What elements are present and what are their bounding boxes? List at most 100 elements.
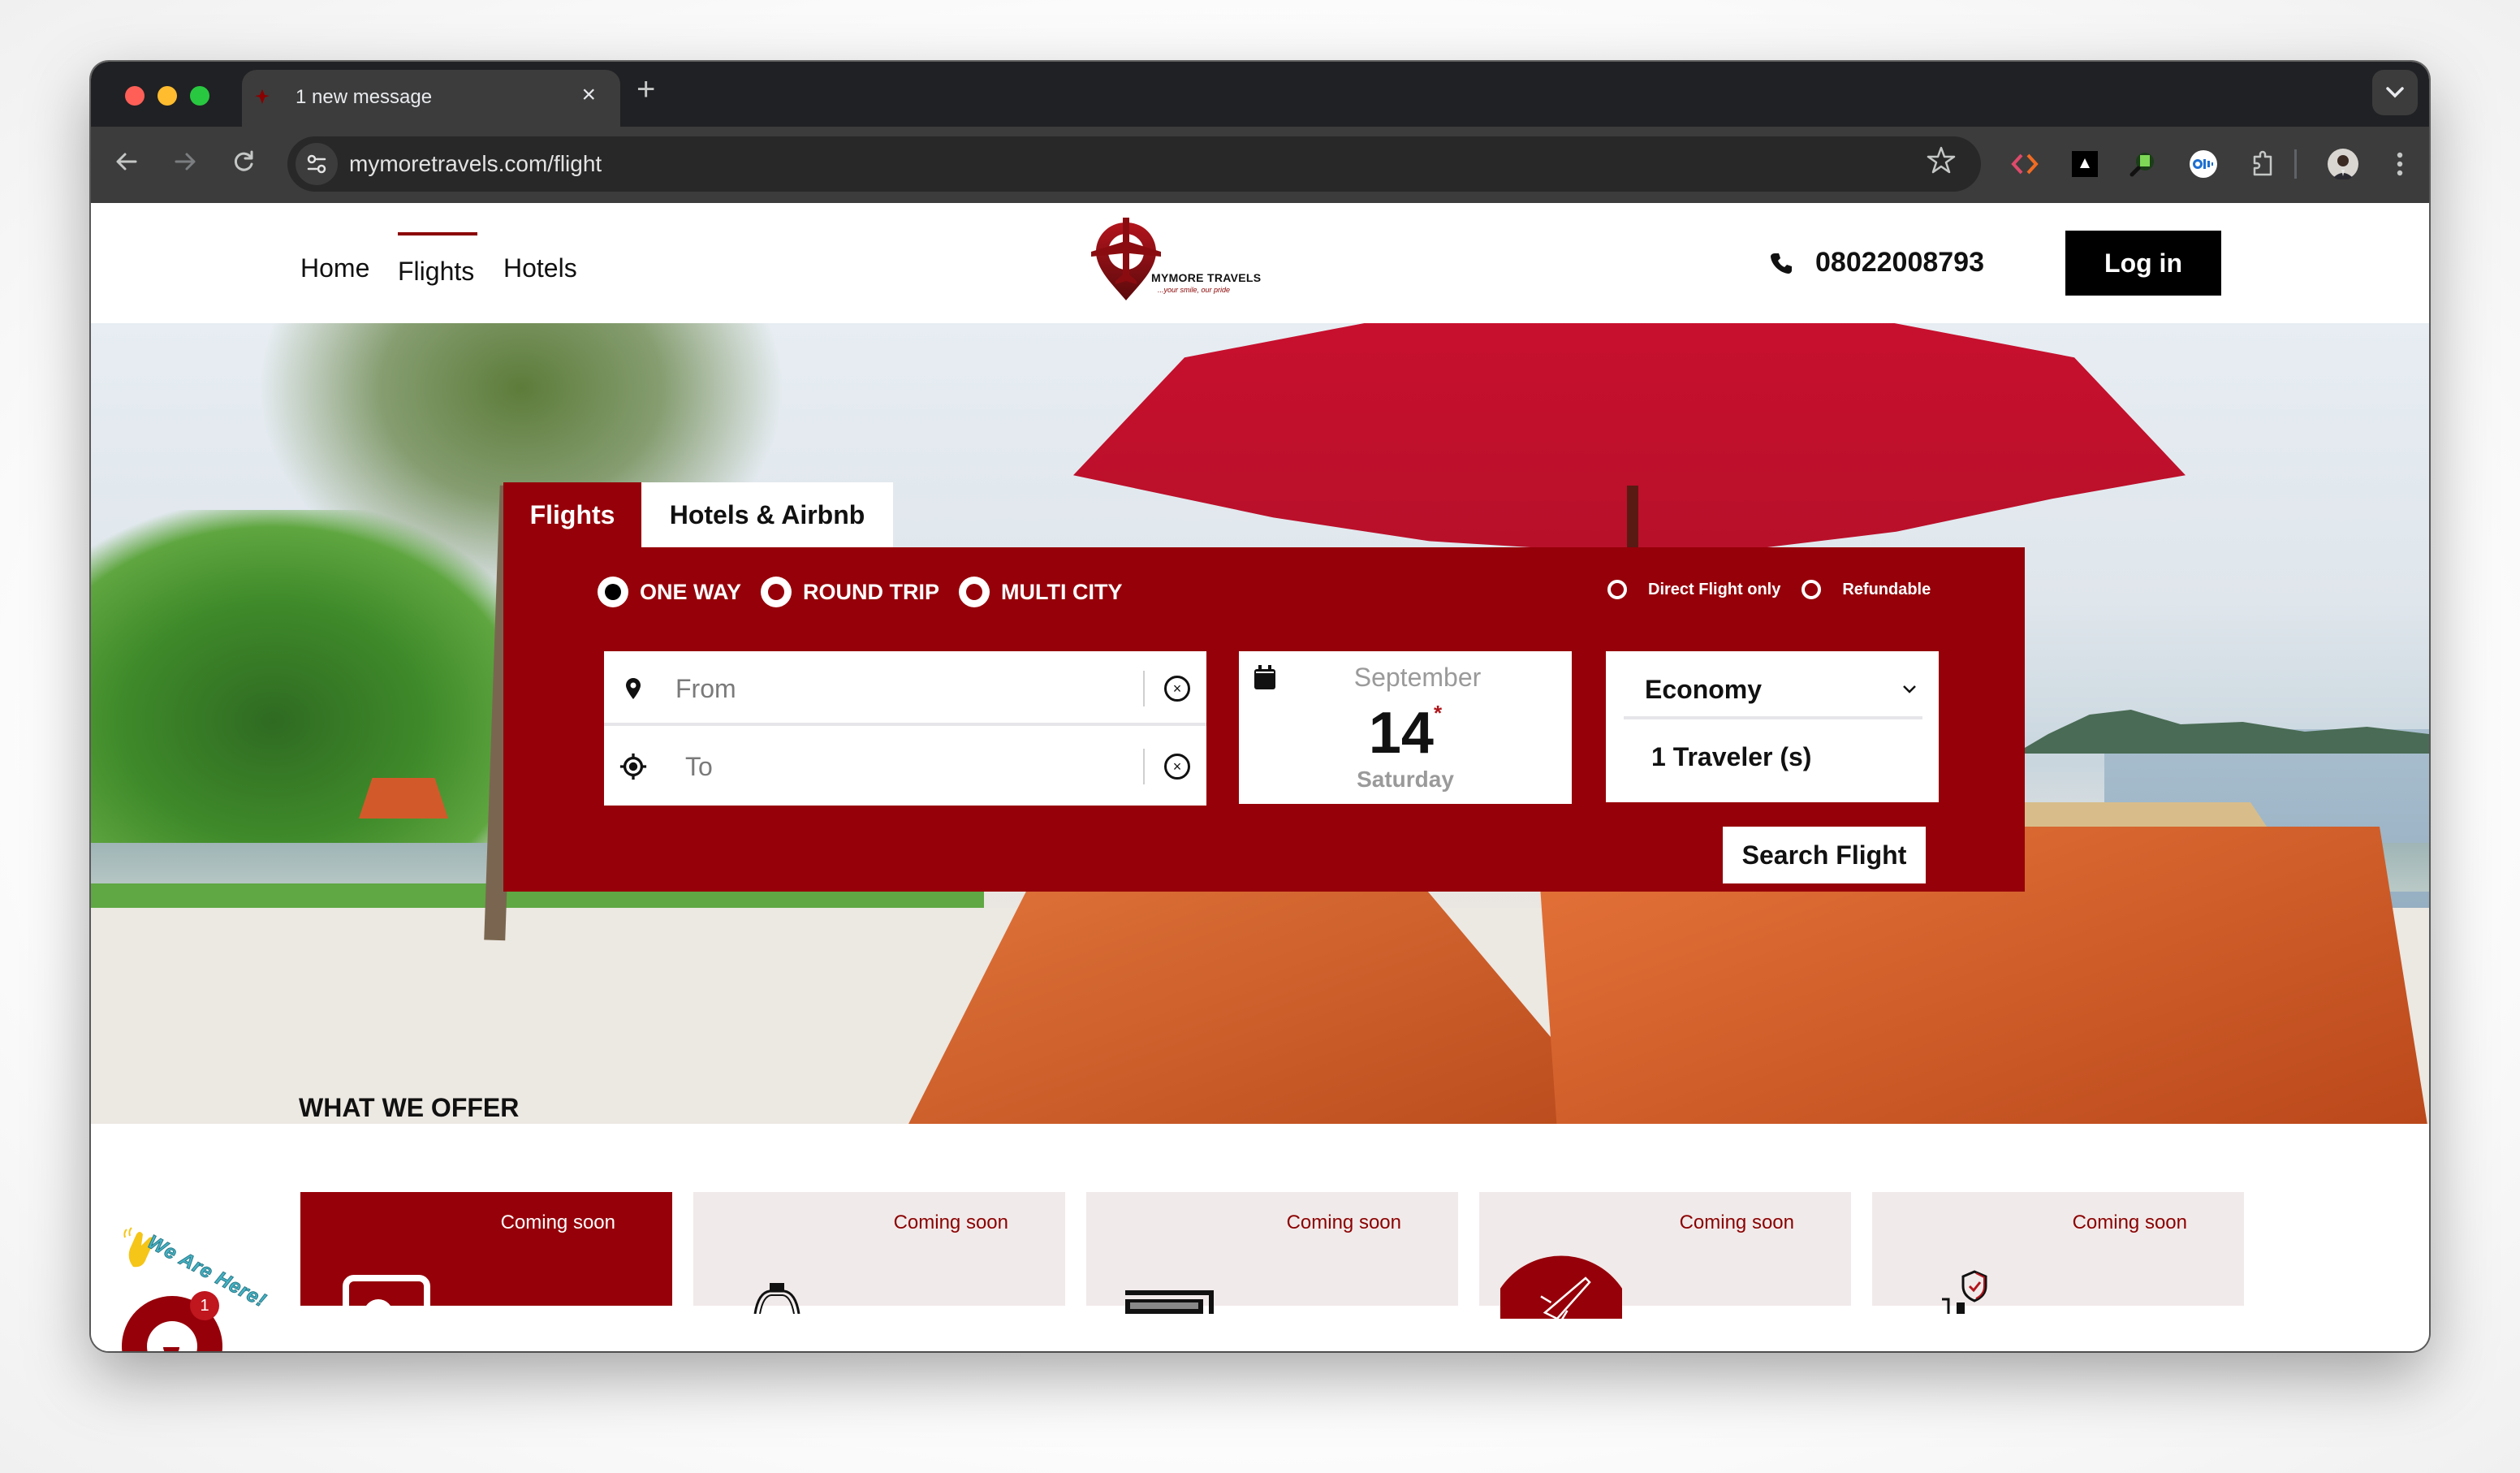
web-page: Home Flights Hotels MYMORE TRAVELS ...yo… [91, 203, 2429, 1351]
search-flight-button[interactable]: Search Flight [1723, 827, 1926, 883]
refundable-radio[interactable] [1802, 580, 1822, 599]
offer-card-label: Coming soon [2072, 1212, 2187, 1233]
new-tab-button[interactable]: + [636, 73, 655, 106]
radio-multi-city[interactable] [959, 577, 990, 607]
offer-card[interactable]: Coming soon [1872, 1192, 2244, 1314]
chat-unread-badge: 1 [190, 1291, 219, 1320]
radio-one-way[interactable] [598, 577, 628, 607]
triangle-extension-icon [2072, 151, 2098, 177]
from-input[interactable] [675, 669, 1130, 708]
site-info-button[interactable] [296, 143, 338, 185]
departure-date-picker[interactable]: September 14* Saturday [1239, 651, 1572, 804]
browser-menu-button[interactable] [2384, 148, 2416, 180]
extension-search-button[interactable] [2127, 148, 2160, 180]
trip-type-group: ONE WAY ROUND TRIP MULTI CITY [598, 577, 1131, 607]
tab-hotels-airbnb[interactable]: Hotels & Airbnb [641, 482, 893, 547]
site-logo[interactable]: MYMORE TRAVELS ...your smile, our pride [1090, 218, 1268, 309]
insurance-shield-icon [1942, 1270, 1987, 1314]
forward-button[interactable] [169, 148, 201, 180]
address-bar[interactable]: mymoretravels.com/flight [287, 136, 1981, 192]
extension-otter-button[interactable] [2187, 148, 2220, 180]
offer-card-label: Coming soon [1286, 1212, 1401, 1233]
nav-active-indicator [398, 232, 477, 235]
flight-search-panel: ONE WAY ROUND TRIP MULTI CITY Direct Fli… [503, 547, 2025, 892]
reload-button[interactable] [227, 148, 260, 180]
nav-link-home[interactable]: Home [300, 253, 369, 283]
tab-search-button[interactable] [2372, 70, 2418, 115]
close-window-button[interactable] [125, 86, 145, 106]
airplane-pin-logo-icon [1091, 218, 1161, 300]
logo-name: MYMORE TRAVELS [1151, 271, 1262, 284]
minimize-window-button[interactable] [158, 86, 177, 106]
chat-bubble-icon [147, 1321, 197, 1351]
to-divider [1143, 749, 1145, 784]
nav-link-flights[interactable]: Flights [398, 257, 474, 287]
chevron-down-icon [2386, 87, 2404, 98]
otter-extension-icon [2190, 150, 2217, 178]
extensions-menu-button[interactable] [2247, 148, 2280, 180]
from-divider [1143, 671, 1145, 706]
radio-one-way-label[interactable]: ONE WAY [640, 580, 741, 605]
tab-close-button[interactable]: × [581, 81, 596, 109]
to-input[interactable] [685, 747, 1140, 786]
crosshair-location-icon [619, 752, 648, 781]
offer-card[interactable]: Coming soon [693, 1192, 1065, 1314]
offer-card[interactable]: Coming soon [1479, 1192, 1851, 1319]
tab-strip: 1 new message × + [91, 62, 2429, 127]
hero-island [2015, 710, 2429, 754]
logo-tagline: ...your smile, our pride [1158, 286, 1231, 294]
direct-flight-radio[interactable] [1607, 580, 1627, 599]
radio-round-trip[interactable] [761, 577, 792, 607]
radio-multi-city-label[interactable]: MULTI CITY [1001, 580, 1122, 605]
travelers-selector[interactable]: 1 Traveler (s) [1651, 742, 1811, 772]
code-brackets-extension-icon [2011, 153, 2039, 175]
profile-button[interactable] [2327, 148, 2359, 180]
offer-card-label: Coming soon [1679, 1212, 1794, 1233]
date-day: 14* [1239, 700, 1572, 767]
clear-to-button[interactable]: × [1164, 754, 1190, 780]
cabin-travelers-box: Economy 1 Traveler (s) [1606, 651, 1939, 802]
extension-triangle-button[interactable] [2069, 148, 2101, 180]
search-tabs: Flights Hotels & Airbnb [503, 482, 893, 547]
route-inputs: × × [604, 651, 1206, 806]
tab-title: 1 new message [296, 86, 433, 108]
login-button[interactable]: Log in [2065, 231, 2221, 296]
tab-flights[interactable]: Flights [503, 482, 641, 547]
url-text[interactable]: mymoretravels.com/flight [349, 151, 602, 177]
offer-card-label: Coming soon [893, 1212, 1008, 1233]
car-icon [753, 1283, 800, 1314]
star-icon [1927, 146, 1956, 174]
nav-link-hotels[interactable]: Hotels [503, 253, 577, 283]
date-weekday: Saturday [1357, 767, 1454, 792]
refundable-label[interactable]: Refundable [1842, 581, 1931, 599]
radio-round-trip-label[interactable]: ROUND TRIP [803, 580, 939, 605]
toolbar-separator [2294, 149, 2297, 179]
chevron-down-icon [1903, 685, 1916, 693]
bookmark-button[interactable] [1926, 145, 1957, 184]
arrow-left-icon [116, 153, 137, 171]
direct-flight-label[interactable]: Direct Flight only [1648, 581, 1780, 599]
hero-banner: Flights Hotels & Airbnb ONE WAY ROUND TR… [91, 323, 2429, 1124]
extension-code-button[interactable] [2009, 148, 2041, 180]
avatar [2328, 149, 2358, 179]
maximize-window-button[interactable] [190, 86, 209, 106]
offer-card[interactable]: Coming soon [1086, 1192, 1458, 1314]
arrow-right-icon [175, 153, 196, 171]
date-month: September [1353, 663, 1482, 692]
date-day-number: 14 [1368, 701, 1434, 766]
browser-toolbar: mymoretravels.com/flight [91, 127, 2429, 203]
cabin-class-select[interactable]: Economy [1624, 663, 1922, 719]
offer-card[interactable]: Coming soon [300, 1192, 672, 1314]
clear-from-button[interactable]: × [1164, 676, 1190, 702]
required-marker: * [1433, 701, 1443, 725]
card-icon [1125, 1290, 1214, 1314]
reload-icon [234, 150, 253, 171]
tune-icon [307, 154, 326, 174]
browser-window: 1 new message × + mymoretravels.com/flig… [91, 62, 2429, 1351]
contact-phone[interactable]: 08022008793 [1770, 247, 1984, 279]
browser-tab-active[interactable]: 1 new message × [242, 70, 620, 127]
chat-widget[interactable]: We Are Here! 1 [122, 1226, 276, 1351]
site-header: Home Flights Hotels MYMORE TRAVELS ...yo… [91, 203, 2429, 323]
back-button[interactable] [110, 148, 143, 180]
phone-number: 08022008793 [1815, 247, 1985, 278]
